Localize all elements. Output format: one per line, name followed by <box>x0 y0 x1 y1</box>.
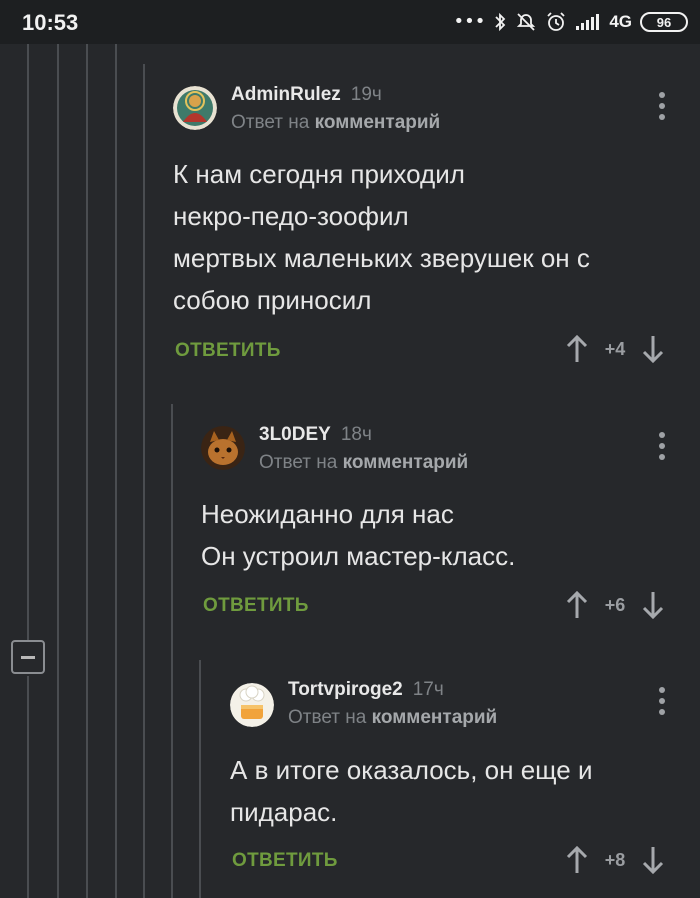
comments-screen: 10:53 ••• 4G 96 AdminRulez 19ч Ответ на … <box>0 0 700 898</box>
comment-time: 18ч <box>340 424 372 445</box>
battery-level: 96 <box>656 14 672 30</box>
network-type: 4G <box>609 12 632 31</box>
comment-score: +4 <box>604 338 626 359</box>
minus-icon <box>21 656 35 659</box>
author-name[interactable]: 3L0DEY <box>259 424 331 445</box>
downvote-icon[interactable] <box>641 590 665 620</box>
upvote-icon[interactable] <box>565 590 589 620</box>
downvote-icon[interactable] <box>641 334 665 364</box>
vote-controls: +8 <box>565 845 665 875</box>
battery-icon: 96 <box>640 12 688 32</box>
user-avatar[interactable] <box>173 86 217 130</box>
chef-avatar-icon <box>230 683 274 727</box>
reply-context: Ответ на комментарий <box>259 452 468 474</box>
vote-controls: +4 <box>565 334 665 364</box>
alarm-icon <box>547 12 565 31</box>
reply-prefix: Ответ на <box>259 452 338 473</box>
comment-author[interactable]: AdminRulez 19ч <box>231 84 382 106</box>
parent-comment-link[interactable]: комментарий <box>372 707 498 728</box>
comment-score: +8 <box>604 849 626 870</box>
upvote-icon[interactable] <box>565 845 589 875</box>
upvote-icon[interactable] <box>565 334 589 364</box>
cat-avatar-icon <box>201 426 245 470</box>
reply-prefix: Ответ на <box>231 112 310 133</box>
reply-button[interactable]: ОТВЕТИТЬ <box>232 850 338 872</box>
comment: 3L0DEY 18ч Ответ на комментарий Неожиданн… <box>201 424 683 624</box>
thread-line <box>27 44 29 642</box>
thread-line <box>171 404 173 898</box>
comment: Tortvpiroge2 17ч Ответ на комментарий А в… <box>230 679 683 889</box>
thread-line <box>115 44 117 898</box>
signal-dots: ••• <box>453 11 486 32</box>
bluetooth-icon <box>495 12 506 32</box>
user-avatar[interactable] <box>201 426 245 470</box>
author-name[interactable]: AdminRulez <box>231 84 341 105</box>
mute-icon <box>517 13 536 31</box>
parent-comment-link[interactable]: комментарий <box>315 112 441 133</box>
author-name[interactable]: Tortvpiroge2 <box>288 679 403 700</box>
thread-line <box>199 660 201 898</box>
buddha-avatar-icon <box>173 86 217 130</box>
thread-line <box>143 64 145 898</box>
comment-time: 19ч <box>350 84 382 105</box>
status-icons: ••• 4G 96 <box>453 8 688 36</box>
comment-author[interactable]: 3L0DEY 18ч <box>259 424 372 446</box>
reply-button[interactable]: ОТВЕТИТЬ <box>175 340 281 362</box>
vote-controls: +6 <box>565 590 665 620</box>
collapse-thread-button[interactable] <box>11 640 45 674</box>
comment-text: Неожиданно для нас Он устроил мастер-кла… <box>201 499 516 571</box>
status-time: 10:53 <box>22 10 79 35</box>
comment-text: А в итоге оказалось, он еще и пидарас. <box>230 755 593 827</box>
reply-button[interactable]: ОТВЕТИТЬ <box>203 595 309 617</box>
user-avatar[interactable] <box>230 683 274 727</box>
comment-menu-button[interactable] <box>652 687 672 717</box>
reply-context: Ответ на комментарий <box>288 707 497 729</box>
thread-line <box>57 44 59 898</box>
comment-time: 17ч <box>412 679 444 700</box>
comment: AdminRulez 19ч Ответ на комментарий К нам… <box>173 84 683 374</box>
comment-text: К нам сегодня приходил некро-педо-зоофил… <box>173 159 590 315</box>
thread-line <box>86 44 88 898</box>
parent-comment-link[interactable]: комментарий <box>343 452 469 473</box>
reply-context: Ответ на комментарий <box>231 112 440 134</box>
comment-author[interactable]: Tortvpiroge2 17ч <box>288 679 444 701</box>
thread-line <box>27 676 29 898</box>
downvote-icon[interactable] <box>641 845 665 875</box>
signal-icon <box>576 14 600 30</box>
comment-score: +6 <box>604 594 626 615</box>
reply-prefix: Ответ на <box>288 707 367 728</box>
comment-menu-button[interactable] <box>652 432 672 462</box>
status-bar: 10:53 ••• 4G 96 <box>0 0 700 44</box>
comment-menu-button[interactable] <box>652 92 672 122</box>
